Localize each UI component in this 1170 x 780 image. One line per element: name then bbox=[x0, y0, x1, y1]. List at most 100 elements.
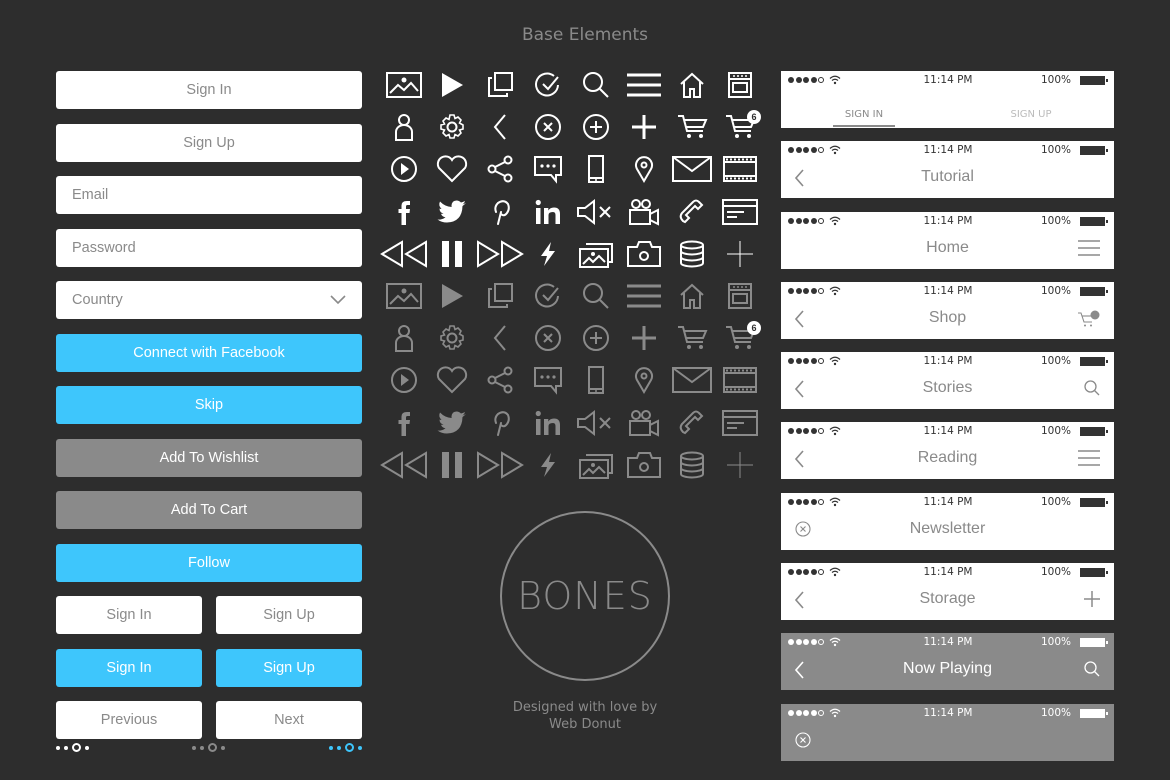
play-circle-icon[interactable] bbox=[380, 359, 428, 401]
close-circle-icon[interactable] bbox=[795, 521, 811, 542]
page-dot[interactable] bbox=[200, 745, 204, 750]
linkedin-icon[interactable] bbox=[524, 191, 572, 233]
facebook-icon[interactable] bbox=[380, 191, 428, 233]
rewind-icon[interactable] bbox=[380, 444, 428, 486]
tab-sign-up[interactable]: SIGN UP bbox=[1001, 109, 1061, 120]
back-chevron-icon[interactable] bbox=[794, 450, 805, 473]
search-icon[interactable] bbox=[572, 64, 620, 106]
hamburger-menu-icon[interactable] bbox=[1078, 239, 1100, 261]
page-dot-active[interactable] bbox=[208, 743, 217, 752]
copy-icon[interactable] bbox=[476, 275, 524, 317]
play-icon[interactable] bbox=[428, 64, 476, 106]
phone-call-icon[interactable] bbox=[668, 402, 716, 444]
plus-circle-icon[interactable] bbox=[572, 106, 620, 148]
pinterest-icon[interactable] bbox=[476, 402, 524, 444]
linkedin-icon[interactable] bbox=[524, 402, 572, 444]
thin-plus-icon[interactable] bbox=[716, 233, 764, 275]
pinterest-icon[interactable] bbox=[476, 191, 524, 233]
location-pin-icon[interactable] bbox=[620, 148, 668, 190]
play-circle-icon[interactable] bbox=[380, 148, 428, 190]
back-chevron-icon[interactable] bbox=[794, 661, 805, 684]
chat-icon[interactable] bbox=[524, 359, 572, 401]
sign-up-button[interactable]: Sign Up bbox=[56, 123, 362, 162]
cart-icon[interactable] bbox=[668, 106, 716, 148]
page-dot[interactable] bbox=[337, 745, 341, 750]
back-chevron-icon[interactable] bbox=[794, 380, 805, 403]
page-dot[interactable] bbox=[329, 745, 333, 750]
twitter-icon[interactable] bbox=[428, 191, 476, 233]
bolt-icon[interactable] bbox=[524, 233, 572, 275]
phone-icon[interactable] bbox=[572, 359, 620, 401]
check-circle-icon[interactable] bbox=[524, 275, 572, 317]
skip-button[interactable]: Skip bbox=[56, 386, 362, 424]
heart-icon[interactable] bbox=[428, 359, 476, 401]
sign-in-small-button[interactable]: Sign In bbox=[56, 596, 202, 634]
heart-icon[interactable] bbox=[428, 148, 476, 190]
camera-icon[interactable] bbox=[620, 233, 668, 275]
password-field[interactable]: Password bbox=[56, 228, 362, 267]
database-icon[interactable] bbox=[668, 233, 716, 275]
follow-button[interactable]: Follow bbox=[56, 543, 362, 582]
mute-icon[interactable] bbox=[572, 191, 620, 233]
page-dot[interactable] bbox=[221, 745, 225, 750]
oven-icon[interactable] bbox=[716, 275, 764, 317]
video-camera-icon[interactable] bbox=[620, 402, 668, 444]
mail-icon[interactable] bbox=[668, 148, 716, 190]
fast-forward-icon[interactable] bbox=[476, 233, 524, 275]
sign-up-small-button[interactable]: Sign Up bbox=[216, 596, 362, 634]
chevron-left-icon[interactable] bbox=[476, 106, 524, 148]
back-chevron-icon[interactable] bbox=[794, 591, 805, 614]
card-icon[interactable] bbox=[716, 191, 764, 233]
chat-icon[interactable] bbox=[524, 148, 572, 190]
close-circle-icon[interactable] bbox=[795, 732, 811, 753]
pause-icon[interactable] bbox=[428, 444, 476, 486]
sign-in-button[interactable]: Sign In bbox=[56, 71, 362, 109]
home-icon[interactable] bbox=[668, 64, 716, 106]
page-dot[interactable] bbox=[85, 745, 89, 750]
gear-icon[interactable] bbox=[428, 106, 476, 148]
pause-icon[interactable] bbox=[428, 233, 476, 275]
plus-icon[interactable] bbox=[1084, 591, 1100, 612]
user-icon[interactable] bbox=[380, 106, 428, 148]
page-dot[interactable] bbox=[56, 745, 60, 750]
fast-forward-icon[interactable] bbox=[476, 444, 524, 486]
close-circle-icon[interactable] bbox=[524, 106, 572, 148]
search-icon[interactable] bbox=[1084, 380, 1100, 401]
share-icon[interactable] bbox=[476, 148, 524, 190]
copy-icon[interactable] bbox=[476, 64, 524, 106]
film-icon[interactable] bbox=[716, 148, 764, 190]
cart-icon[interactable] bbox=[668, 317, 716, 359]
close-circle-icon[interactable] bbox=[524, 317, 572, 359]
search-icon[interactable] bbox=[1084, 661, 1100, 682]
page-dot[interactable] bbox=[358, 745, 362, 750]
page-indicator-blue[interactable] bbox=[329, 743, 362, 752]
facebook-icon[interactable] bbox=[380, 402, 428, 444]
phone-call-icon[interactable] bbox=[668, 191, 716, 233]
database-icon[interactable] bbox=[668, 444, 716, 486]
bolt-icon[interactable] bbox=[524, 444, 572, 486]
back-chevron-icon[interactable] bbox=[794, 169, 805, 192]
plus-circle-icon[interactable] bbox=[572, 317, 620, 359]
sign-in-blue-button[interactable]: Sign In bbox=[56, 648, 202, 687]
menu-icon[interactable] bbox=[620, 275, 668, 317]
thin-plus-icon[interactable] bbox=[716, 444, 764, 486]
film-icon[interactable] bbox=[716, 359, 764, 401]
gallery-icon[interactable] bbox=[572, 233, 620, 275]
cart-icon[interactable] bbox=[1078, 310, 1100, 333]
connect-facebook-button[interactable]: Connect with Facebook bbox=[56, 333, 362, 372]
image-icon[interactable] bbox=[380, 64, 428, 106]
add-to-wishlist-button[interactable]: Add To Wishlist bbox=[56, 438, 362, 477]
gallery-icon[interactable] bbox=[572, 444, 620, 486]
video-camera-icon[interactable] bbox=[620, 191, 668, 233]
back-chevron-icon[interactable] bbox=[794, 310, 805, 333]
page-dot-active[interactable] bbox=[345, 743, 354, 752]
previous-button[interactable]: Previous bbox=[56, 701, 202, 739]
cart-badge-icon[interactable]: 6 bbox=[716, 106, 764, 148]
camera-icon[interactable] bbox=[620, 444, 668, 486]
page-dot-active[interactable] bbox=[72, 743, 81, 752]
home-icon[interactable] bbox=[668, 275, 716, 317]
rewind-icon[interactable] bbox=[380, 233, 428, 275]
user-icon[interactable] bbox=[380, 317, 428, 359]
location-pin-icon[interactable] bbox=[620, 359, 668, 401]
page-dot[interactable] bbox=[64, 745, 68, 750]
